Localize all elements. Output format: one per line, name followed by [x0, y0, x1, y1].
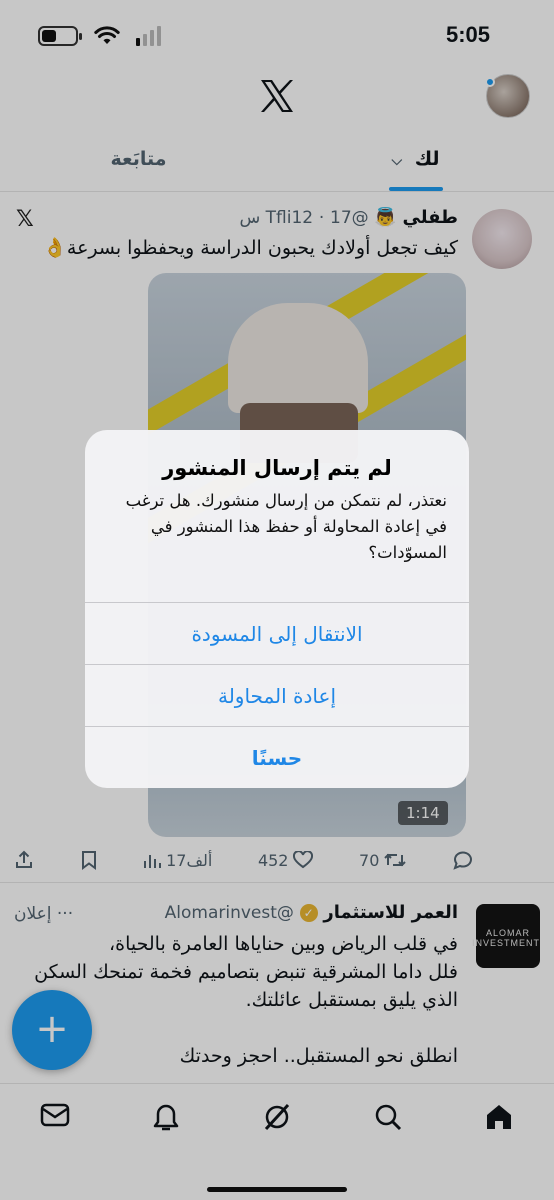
go-to-draft-button[interactable]: الانتقال إلى المسودة — [85, 602, 469, 664]
screen: 5:05 متابَعة ⌵ لك طفلي 👼 @Tfli12 · 17 س … — [0, 0, 554, 1200]
dialog-title: لم يتم إرسال المنشور — [162, 456, 392, 480]
retry-button[interactable]: إعادة المحاولة — [85, 664, 469, 726]
ok-button[interactable]: حسنًا — [85, 726, 469, 788]
dialog-message: نعتذر، لم نتمكن من إرسال منشورك. هل ترغب… — [125, 491, 447, 562]
alert-dialog: لم يتم إرسال المنشور نعتذر، لم نتمكن من … — [85, 430, 469, 788]
